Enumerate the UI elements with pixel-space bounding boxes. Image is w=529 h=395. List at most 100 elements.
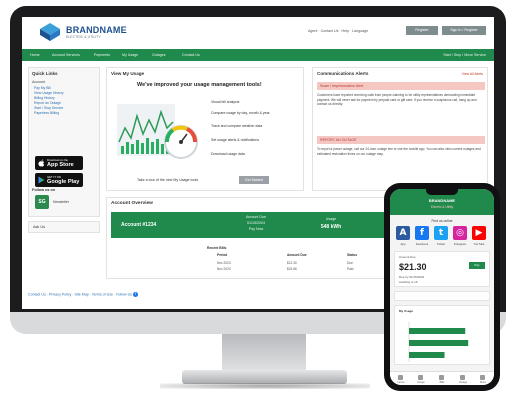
tab-outage-icon[interactable] bbox=[460, 375, 465, 380]
usage-panel-title: View My Usage bbox=[111, 71, 145, 76]
usage-value: 548 kWh bbox=[320, 224, 342, 230]
nav-contact[interactable]: Contact Us bbox=[182, 49, 200, 61]
tab-home[interactable]: Home bbox=[392, 381, 410, 384]
site-footer: Contact Us · Privacy Policy · Site Map ·… bbox=[28, 292, 138, 297]
phone-social-label: Facebook bbox=[415, 242, 429, 246]
usage-feature-4: Set usage alerts & notifications bbox=[211, 138, 260, 142]
facebook-icon[interactable]: f bbox=[132, 292, 138, 297]
apple-icon bbox=[38, 159, 45, 167]
sidebar-link-pay[interactable]: Pay My Bill bbox=[34, 86, 51, 90]
sidebar-box-ask-label: Ask Us bbox=[33, 225, 46, 229]
alert-banner-outage[interactable]: REPORT AN OUTAGE bbox=[317, 136, 485, 144]
main-nav: Home Account Services Payments My Usage … bbox=[22, 49, 494, 61]
alerts-panel: Communications Alerts View All Alerts Sc… bbox=[312, 67, 488, 191]
brand-name[interactable]: BRANDNAME bbox=[66, 25, 127, 35]
google-play-badge[interactable]: GET IT ON Google Play bbox=[35, 173, 83, 187]
app-store-big: App Store bbox=[47, 162, 74, 168]
table-cell: Dec 2023 bbox=[217, 261, 231, 265]
phone-info-card[interactable] bbox=[394, 291, 490, 301]
phone-social-1-icon[interactable]: f bbox=[415, 226, 429, 240]
tab-usage-icon[interactable] bbox=[418, 375, 423, 380]
phone-social-0-icon[interactable]: A bbox=[396, 226, 410, 240]
nav-start-stop[interactable]: Start / Stop / Move Service bbox=[443, 49, 486, 61]
signin-button[interactable]: Sign In / Register bbox=[442, 26, 486, 35]
table-header-amount: Amount Due bbox=[287, 253, 307, 257]
tab-usage[interactable]: Usage bbox=[412, 381, 430, 384]
phone-social-2-icon[interactable]: t bbox=[434, 226, 448, 240]
sidebar-link-outage[interactable]: Report an Outage bbox=[34, 101, 61, 105]
sidebar-box-ask[interactable]: Ask Us bbox=[28, 221, 100, 233]
alert-text-outage: To report a power outage, call our 24-ho… bbox=[317, 147, 481, 156]
stand-shadow bbox=[160, 383, 370, 389]
nav-my-usage[interactable]: My Usage bbox=[122, 49, 138, 61]
nav-home[interactable]: Home bbox=[30, 49, 40, 61]
footer-links[interactable]: Contact Us · Privacy Policy · Site Map ·… bbox=[28, 292, 132, 296]
sidebar: Quick Links Account Pay My Bill View Usa… bbox=[28, 67, 100, 217]
table-cell: Nov 2023 bbox=[217, 267, 231, 271]
tab-more[interactable]: More bbox=[474, 381, 492, 384]
nav-payments[interactable]: Payments bbox=[94, 49, 110, 61]
phone-mockup: BRANDNAME Electric & Utility Find us onl… bbox=[384, 183, 500, 391]
nav-outages[interactable]: Outages bbox=[152, 49, 166, 61]
nav-account-services[interactable]: Account Services bbox=[52, 49, 80, 61]
register-button[interactable]: Register bbox=[406, 26, 438, 35]
get-started-button[interactable]: Get Started bbox=[239, 176, 269, 184]
social-logo-label[interactable]: Newsletter bbox=[53, 200, 69, 204]
monitor-mockup: BRANDNAME ELECTRIC & UTILITY Agent · Con… bbox=[0, 0, 529, 395]
phone-social-label: Twitter bbox=[436, 242, 446, 246]
usage-feature-1: Visual bill analysis bbox=[211, 100, 240, 104]
phone-subtitle: Electric & Utility bbox=[430, 205, 454, 209]
table-cell: Due bbox=[347, 261, 353, 265]
table-cell: $21.30 bbox=[287, 261, 297, 265]
phone-social-label: YouTube bbox=[473, 242, 485, 246]
sidebar-link-paperless[interactable]: Paperless Billing bbox=[34, 111, 59, 115]
amount-due-date: 01/15/2024 bbox=[247, 221, 265, 225]
app-store-badge[interactable]: Download on the App Store bbox=[35, 156, 83, 170]
sidebar-link-service[interactable]: Start / Stop Service bbox=[34, 106, 63, 110]
pay-now-link[interactable]: Pay Now bbox=[231, 227, 281, 231]
usage-tour-text[interactable]: Take a tour of the new My Usage tools bbox=[137, 178, 198, 182]
alerts-view-all-link[interactable]: View All Alerts bbox=[462, 72, 483, 76]
phone-pay-button[interactable]: Pay bbox=[469, 262, 485, 269]
account-overview-title: Account Overview bbox=[111, 201, 153, 206]
alert-banner-scam[interactable]: Scam / Impersonation Alert bbox=[317, 82, 485, 90]
sidebar-link-usage[interactable]: View Usage History bbox=[34, 91, 64, 95]
sidebar-link-billing[interactable]: Billing History bbox=[34, 96, 55, 100]
brand-tagline: ELECTRIC & UTILITY bbox=[66, 35, 101, 39]
phone-screen: BRANDNAME Electric & Utility Find us onl… bbox=[390, 189, 494, 385]
amount-due-label: Amount Due bbox=[246, 215, 266, 219]
top-links[interactable]: Agent · Contact Us · Help · Language bbox=[308, 29, 368, 33]
tab-bills-icon[interactable] bbox=[439, 375, 444, 380]
brand-logo-icon[interactable] bbox=[40, 23, 60, 41]
social-title: Follow us on bbox=[32, 188, 56, 192]
tab-more-icon[interactable] bbox=[480, 375, 485, 380]
site-header: BRANDNAME ELECTRIC & UTILITY Agent · Con… bbox=[22, 17, 494, 47]
phone-tab-bar: Home Usage Bills Outage More bbox=[390, 371, 494, 385]
phone-autopay-text[interactable]: AutoPay is off bbox=[399, 280, 417, 284]
tab-home-icon[interactable] bbox=[398, 375, 403, 380]
phone-social-label: Instagram bbox=[453, 242, 467, 246]
tab-bills[interactable]: Bills bbox=[433, 381, 451, 384]
chart-bar bbox=[409, 352, 445, 358]
phone-amount-card: Amount Due $21.30 Pay Due by 01/15/2024 … bbox=[394, 251, 490, 287]
usage-label: Usage bbox=[325, 217, 337, 221]
table-cell: Paid bbox=[347, 267, 354, 271]
social-logo-icon[interactable]: SG bbox=[35, 195, 49, 209]
google-play-big: Google Play bbox=[47, 179, 80, 185]
alerts-title: Communications Alerts bbox=[317, 71, 369, 76]
sidebar-section: Account bbox=[32, 80, 45, 84]
usage-feature-3: Track and compare weather data bbox=[211, 124, 263, 128]
phone-usage-chart: My Usage bbox=[394, 305, 490, 365]
phone-find-us: Find us online bbox=[431, 219, 453, 223]
play-store-icon bbox=[38, 176, 45, 184]
table-header-status: Status bbox=[347, 253, 358, 257]
table-caption: Recent Bills bbox=[207, 246, 227, 250]
phone-social-3-icon[interactable]: ◎ bbox=[453, 226, 467, 240]
phone-amount: $21.30 bbox=[399, 262, 427, 272]
usage-panel: View My Usage We've improved your usage … bbox=[106, 67, 304, 191]
usage-feature-2: Compare usage by day, month & year bbox=[211, 111, 270, 115]
usage-headline: We've improved your usage management too… bbox=[137, 82, 262, 88]
phone-social-4-icon[interactable]: ▶ bbox=[472, 226, 486, 240]
table-cell: $24.86 bbox=[287, 267, 297, 271]
tab-outage[interactable]: Outage bbox=[454, 381, 472, 384]
